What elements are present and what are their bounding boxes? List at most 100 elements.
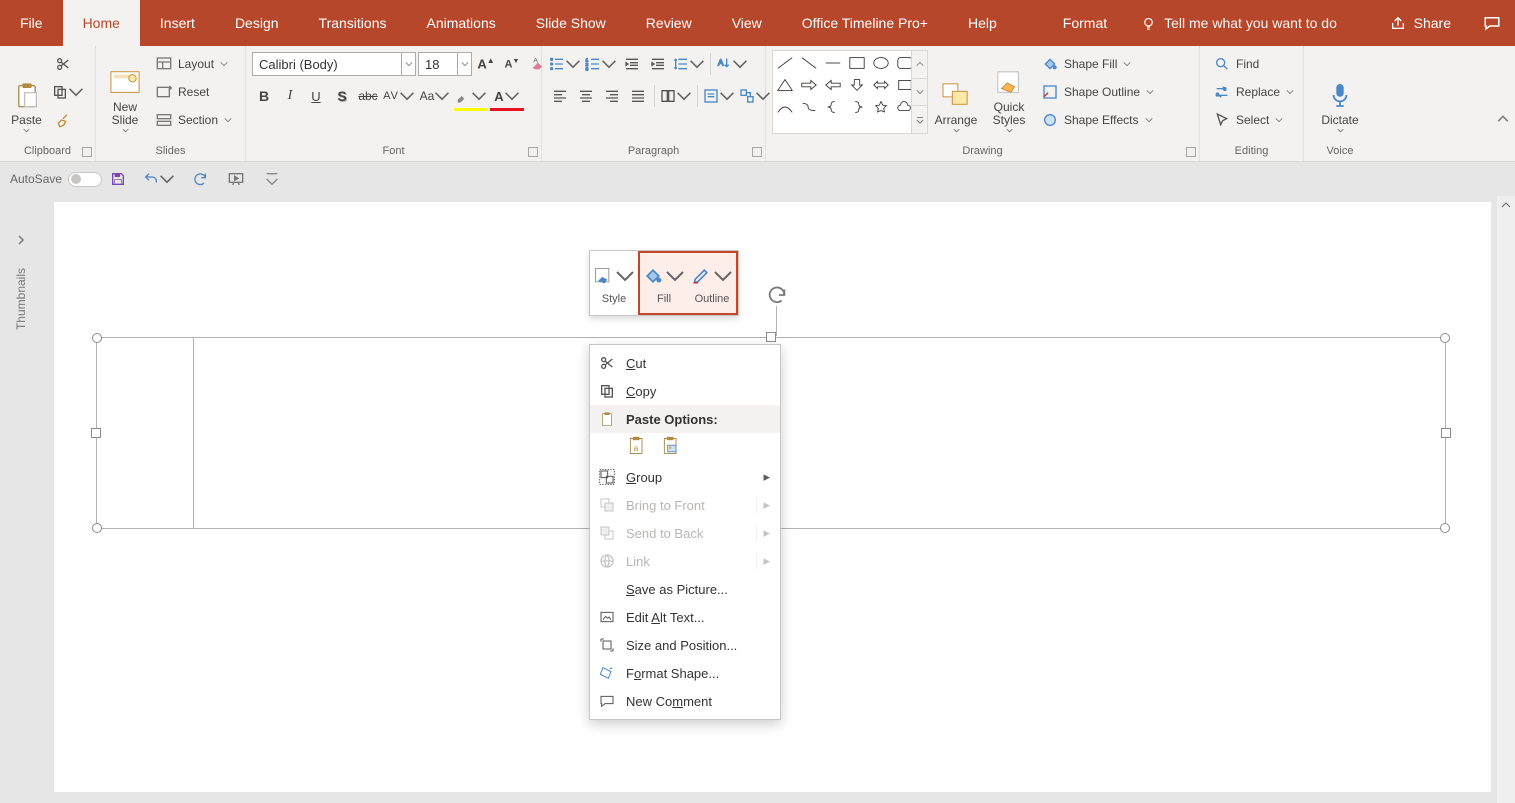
expand-icon[interactable] — [16, 232, 26, 242]
shape-line-icon[interactable] — [775, 54, 795, 72]
thumbnails-pane[interactable]: Thumbnails — [0, 196, 42, 803]
rotate-handle-icon[interactable] — [766, 284, 782, 300]
increase-indent-button[interactable] — [646, 52, 670, 76]
scroll-down-icon[interactable] — [912, 79, 927, 107]
strikethrough-button[interactable]: abc — [356, 84, 380, 108]
scroll-up-icon[interactable] — [912, 51, 927, 79]
font-size-combo[interactable]: 18 — [418, 52, 472, 76]
vertical-scrollbar[interactable] — [1497, 196, 1515, 803]
tab-design[interactable]: Design — [215, 0, 299, 46]
shape-star-icon[interactable] — [871, 98, 891, 116]
autosave-toggle[interactable]: AutoSave Off — [10, 172, 94, 187]
shape-rect-icon[interactable] — [847, 54, 867, 72]
shape-oval-icon[interactable] — [871, 54, 891, 72]
tab-transitions[interactable]: Transitions — [299, 0, 407, 46]
copy-button[interactable] — [51, 80, 85, 104]
align-text-button[interactable] — [702, 84, 736, 108]
align-left-button[interactable] — [548, 84, 572, 108]
ctx-cut[interactable]: Cut — [590, 349, 780, 377]
bold-button[interactable]: B — [252, 84, 276, 108]
tab-timeline[interactable]: Office Timeline Pro+ — [782, 0, 948, 46]
shadow-button[interactable]: S — [330, 84, 354, 108]
tab-help[interactable]: Help — [948, 0, 1017, 46]
tab-insert[interactable]: Insert — [140, 0, 215, 46]
select-button[interactable]: Select — [1210, 108, 1294, 132]
start-from-beginning-button[interactable] — [224, 167, 248, 191]
shape-rbrace-icon[interactable] — [847, 98, 867, 116]
comments-button[interactable] — [1469, 0, 1515, 46]
ctx-size-position[interactable]: Size and Position... — [590, 631, 780, 659]
shape-triangle-icon[interactable] — [775, 76, 795, 94]
ctx-copy[interactable]: Copy — [590, 377, 780, 405]
chevron-down-icon[interactable] — [401, 53, 415, 75]
shape-curve-icon[interactable] — [775, 98, 795, 116]
tab-file[interactable]: File — [0, 0, 63, 46]
text-direction-button[interactable]: A — [715, 52, 749, 76]
align-right-button[interactable] — [600, 84, 624, 108]
char-spacing-button[interactable]: AV — [382, 84, 416, 108]
dialog-launcher-icon[interactable] — [82, 147, 92, 157]
find-button[interactable]: Find — [1210, 52, 1294, 76]
shape-line3-icon[interactable] — [823, 54, 843, 72]
justify-button[interactable] — [626, 84, 650, 108]
dialog-launcher-icon[interactable] — [752, 147, 762, 157]
mini-style-button[interactable]: Style — [590, 251, 638, 315]
chevron-down-icon[interactable] — [457, 53, 471, 75]
layout-button[interactable]: Layout — [152, 52, 232, 76]
line-spacing-button[interactable] — [672, 52, 706, 76]
ctx-format-shape[interactable]: Format Shape... — [590, 659, 780, 687]
dialog-launcher-icon[interactable] — [1186, 147, 1196, 157]
change-case-button[interactable]: Aa — [418, 84, 452, 108]
italic-button[interactable]: I — [278, 84, 302, 108]
shape-arrow-d-icon[interactable] — [847, 76, 867, 94]
gallery-scroll[interactable] — [911, 51, 927, 133]
font-name-combo[interactable]: Calibri (Body) — [252, 52, 416, 76]
tab-animations[interactable]: Animations — [406, 0, 515, 46]
redo-button[interactable] — [188, 167, 212, 191]
shape-s-icon[interactable] — [799, 98, 819, 116]
paste-keep-formatting-button[interactable]: a — [626, 435, 648, 457]
shape-fill-button[interactable]: Shape Fill — [1038, 52, 1154, 76]
slide-canvas-area[interactable]: Style Fill Outline Cut Copy Paste — [42, 196, 1515, 803]
new-slide-button[interactable]: New Slide — [102, 50, 148, 134]
ctx-edit-alt[interactable]: Edit Alt Text... — [590, 603, 780, 631]
ctx-new-comment[interactable]: New Comment — [590, 687, 780, 715]
dictate-button[interactable]: Dictate — [1310, 50, 1370, 134]
slide-canvas[interactable]: Style Fill Outline Cut Copy Paste — [54, 202, 1491, 792]
cut-button[interactable] — [51, 52, 75, 76]
section-button[interactable]: Section — [152, 108, 232, 132]
shapes-gallery[interactable] — [772, 50, 928, 134]
arrange-button[interactable]: Arrange — [928, 50, 984, 134]
mini-outline-button[interactable]: Outline — [688, 253, 736, 313]
mini-fill-button[interactable]: Fill — [640, 253, 688, 313]
format-painter-button[interactable] — [51, 108, 75, 132]
shape-lbrace-icon[interactable] — [823, 98, 843, 116]
tab-slideshow[interactable]: Slide Show — [516, 0, 626, 46]
ctx-save-picture[interactable]: Save as Picture... — [590, 575, 780, 603]
save-button[interactable] — [106, 167, 130, 191]
shape-effects-button[interactable]: Shape Effects — [1038, 108, 1154, 132]
ctx-group[interactable]: Group▸ — [590, 463, 780, 491]
tab-review[interactable]: Review — [626, 0, 712, 46]
shape-outline-button[interactable]: Shape Outline — [1038, 80, 1154, 104]
tab-format[interactable]: Format — [1043, 0, 1127, 46]
font-color-button[interactable]: A — [490, 84, 524, 108]
paste-picture-button[interactable] — [660, 435, 682, 457]
align-center-button[interactable] — [574, 84, 598, 108]
numbering-button[interactable]: 123 — [584, 52, 618, 76]
decrease-font-button[interactable]: A▼ — [500, 52, 524, 76]
shape-arrow-r-icon[interactable] — [799, 76, 819, 94]
shape-arrow-l-icon[interactable] — [823, 76, 843, 94]
decrease-indent-button[interactable] — [620, 52, 644, 76]
tab-home[interactable]: Home — [63, 0, 140, 46]
dialog-launcher-icon[interactable] — [528, 147, 538, 157]
highlight-button[interactable] — [454, 84, 488, 108]
replace-button[interactable]: acReplace — [1210, 80, 1294, 104]
tell-me-search[interactable]: Tell me what you want to do — [1127, 0, 1372, 46]
shape-arrow-lr-icon[interactable] — [871, 76, 891, 94]
collapse-ribbon-button[interactable] — [1497, 113, 1509, 131]
underline-button[interactable]: U — [304, 84, 328, 108]
bullets-button[interactable] — [548, 52, 582, 76]
undo-button[interactable] — [142, 167, 176, 191]
columns-button[interactable] — [659, 84, 693, 108]
